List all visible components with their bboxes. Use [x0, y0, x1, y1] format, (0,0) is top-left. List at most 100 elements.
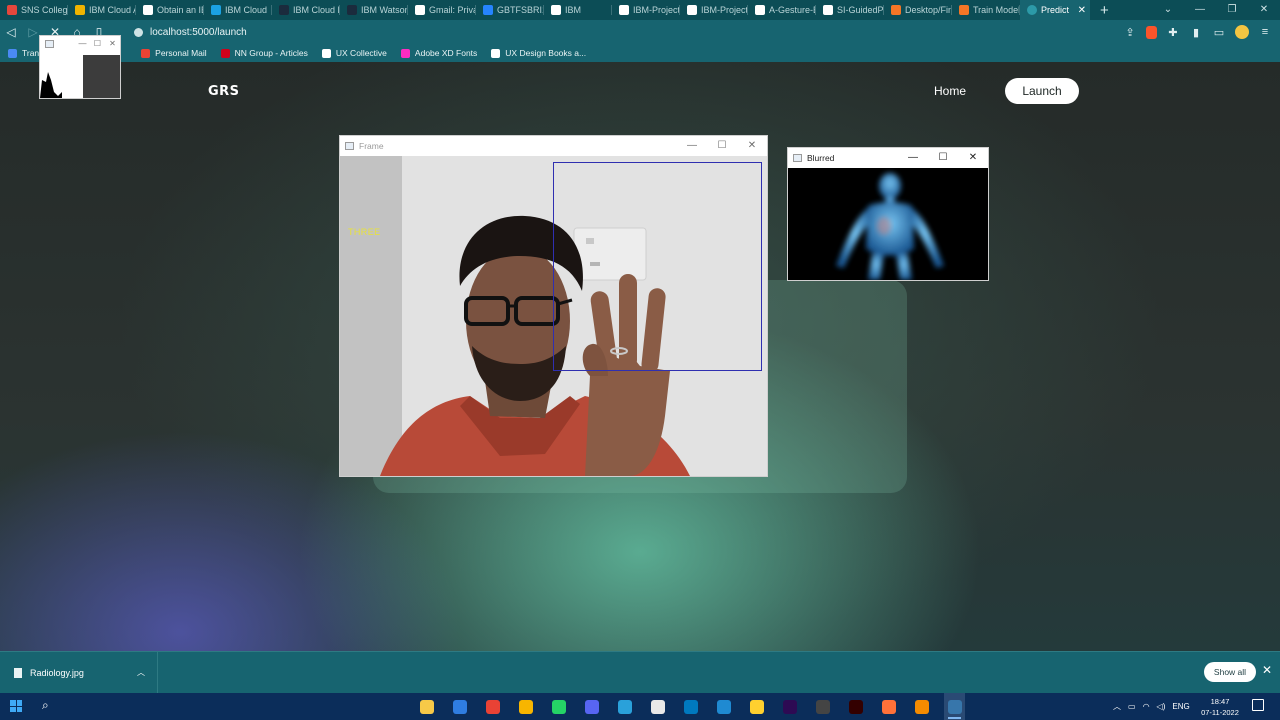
taskbar-app-app-2[interactable] [449, 693, 470, 720]
illustrator-icon [848, 699, 863, 714]
battery-icon[interactable]: ▭ [1128, 702, 1136, 711]
back-icon[interactable]: ◁ [0, 25, 22, 39]
browser-tab[interactable]: SI-GuidedPr [816, 0, 884, 20]
browser-tab[interactable]: Gmail: Privat [408, 0, 476, 20]
extensions-icon[interactable]: ✚ [1166, 25, 1180, 39]
maximize-icon[interactable]: ☐ [707, 136, 737, 156]
tab-favicon-icon [687, 5, 697, 15]
chevron-up-icon[interactable]: ︿ [137, 667, 145, 678]
browser-tab[interactable]: IBM-Project [612, 0, 680, 20]
bookmark-favicon-icon [321, 48, 331, 58]
tab-predict[interactable]: Predict ✕ [1020, 0, 1090, 20]
taskbar-app-premiere[interactable] [779, 693, 800, 720]
nav-home-link[interactable]: Home [934, 84, 966, 98]
windows-taskbar: ⌕ ︿ ▭ ◠ ◁) ENG 18:47 07-11-2022 [0, 693, 1280, 720]
show-all-button[interactable]: Show all [1204, 662, 1256, 682]
taskbar-app-vlc[interactable] [911, 693, 932, 720]
browser-tab[interactable]: GBTFSBRI11 - [476, 0, 544, 20]
taskbar-app-firefox[interactable] [878, 693, 899, 720]
tab-favicon-icon [7, 5, 17, 15]
chrome-icon [485, 699, 500, 714]
volume-icon[interactable]: ◁) [1157, 702, 1166, 711]
mask-gray-region [83, 55, 120, 98]
browser-tab[interactable]: Train Model [952, 0, 1020, 20]
windows-start-icon[interactable] [10, 700, 22, 712]
taskbar-app-vscode[interactable] [713, 693, 734, 720]
chrome-2-icon [518, 699, 533, 714]
browser-tab[interactable]: IBM Cloud A [68, 0, 136, 20]
bookmark-item[interactable]: Tran [8, 48, 39, 58]
tab-favicon-icon [755, 5, 765, 15]
blurred-window[interactable]: Blurred — ☐ ✕ [788, 148, 988, 280]
notifications-icon[interactable] [1252, 699, 1264, 711]
brave-shields-icon[interactable] [1146, 25, 1157, 39]
url-field[interactable]: localhost:5000/launch [134, 27, 247, 38]
tab-label: IBM Cloud A [89, 5, 136, 15]
file-explorer-icon [419, 699, 434, 714]
restore-icon[interactable]: ❐ [1216, 0, 1248, 20]
clock[interactable]: 18:47 07-11-2022 [1200, 696, 1240, 718]
browser-tab[interactable]: IBM [544, 0, 612, 20]
taskbar-app-chrome[interactable] [482, 693, 503, 720]
close-download-bar-icon[interactable]: ✕ [1262, 663, 1272, 677]
browser-tab[interactable]: IBM Watson [340, 0, 408, 20]
browser-tab[interactable]: IBM-Project [680, 0, 748, 20]
minimize-icon[interactable]: — [898, 148, 928, 168]
site-info-icon[interactable] [134, 27, 143, 37]
taskbar-app-python[interactable] [944, 693, 965, 720]
download-item[interactable]: Radiology.jpg ︿ [0, 652, 158, 693]
language-indicator[interactable]: ENG [1172, 702, 1189, 711]
maximize-icon[interactable]: ☐ [928, 148, 958, 168]
taskbar-app-file-explorer[interactable] [416, 693, 437, 720]
browser-tab[interactable]: IBM Cloud P [272, 0, 340, 20]
share-icon[interactable]: ⇪ [1123, 25, 1137, 39]
close-window-icon[interactable]: ✕ [1248, 0, 1280, 20]
browser-tab[interactable]: Desktop/Fin [884, 0, 952, 20]
clock-date: 07-11-2022 [1201, 708, 1239, 717]
bookmark-item[interactable]: NN Group - Articles [220, 48, 308, 58]
taskbar-app-telegram[interactable] [614, 693, 635, 720]
taskbar-app-trello[interactable] [680, 693, 701, 720]
window-controls: ⌄ — ❐ ✕ [1152, 0, 1280, 20]
bookmark-item[interactable]: UX Design Books a... [491, 48, 586, 58]
close-tab-icon[interactable]: ✕ [1078, 5, 1086, 16]
browser-tab[interactable]: Obtain an IB [136, 0, 204, 20]
bookmark-item[interactable]: Adobe XD Fonts [400, 48, 477, 58]
taskbar-app-illustrator[interactable] [845, 693, 866, 720]
browser-tab[interactable]: A-Gesture-B [748, 0, 816, 20]
site-logo[interactable]: GRS [208, 84, 240, 99]
bookmark-item[interactable]: UX Collective [321, 48, 387, 58]
browser-tab[interactable]: IBM Cloud [204, 0, 272, 20]
bookmark-label: NN Group - Articles [234, 48, 308, 58]
close-icon[interactable]: ✕ [737, 136, 767, 156]
tab-label: IBM Cloud [225, 5, 268, 15]
browser-tab[interactable]: SNS College [0, 0, 68, 20]
sidebar-icon[interactable]: ▮ [1189, 25, 1203, 39]
taskbar-app-chrome-2[interactable] [515, 693, 536, 720]
taskbar-app-app-13[interactable] [812, 693, 833, 720]
bookmark-label: Personal Mail [155, 48, 207, 58]
file-icon [14, 667, 22, 678]
tab-search-icon[interactable]: ⌄ [1152, 0, 1184, 20]
taskbar-app-miro[interactable] [746, 693, 767, 720]
nav-launch-button[interactable]: Launch [1005, 78, 1079, 104]
menu-icon[interactable]: ≡ [1258, 25, 1272, 39]
new-tab-icon[interactable]: + [1100, 2, 1109, 19]
tab-label: Obtain an IB [157, 5, 204, 15]
close-icon[interactable]: ✕ [958, 148, 988, 168]
minimize-icon[interactable]: — [1184, 0, 1216, 20]
chevron-up-icon[interactable]: ︿ [1113, 701, 1121, 712]
frame-window[interactable]: Frame — ☐ ✕ THREE [340, 136, 767, 476]
minimize-icon[interactable]: — [677, 136, 707, 156]
wifi-icon[interactable]: ◠ [1143, 702, 1150, 711]
taskbar-app-whatsapp[interactable] [548, 693, 569, 720]
search-icon[interactable]: ⌕ [42, 698, 49, 713]
blurred-window-controls: — ☐ ✕ [898, 148, 988, 168]
wallet-icon[interactable]: ▭ [1212, 25, 1226, 39]
taskbar-app-app-8[interactable] [647, 693, 668, 720]
bookmark-item[interactable]: Personal Mail [141, 48, 207, 58]
taskbar-app-discord[interactable] [581, 693, 602, 720]
profile-avatar-icon[interactable] [1235, 25, 1249, 39]
tab-favicon-icon [619, 5, 629, 15]
mask-window[interactable]: — ☐ ✕ [40, 36, 120, 98]
